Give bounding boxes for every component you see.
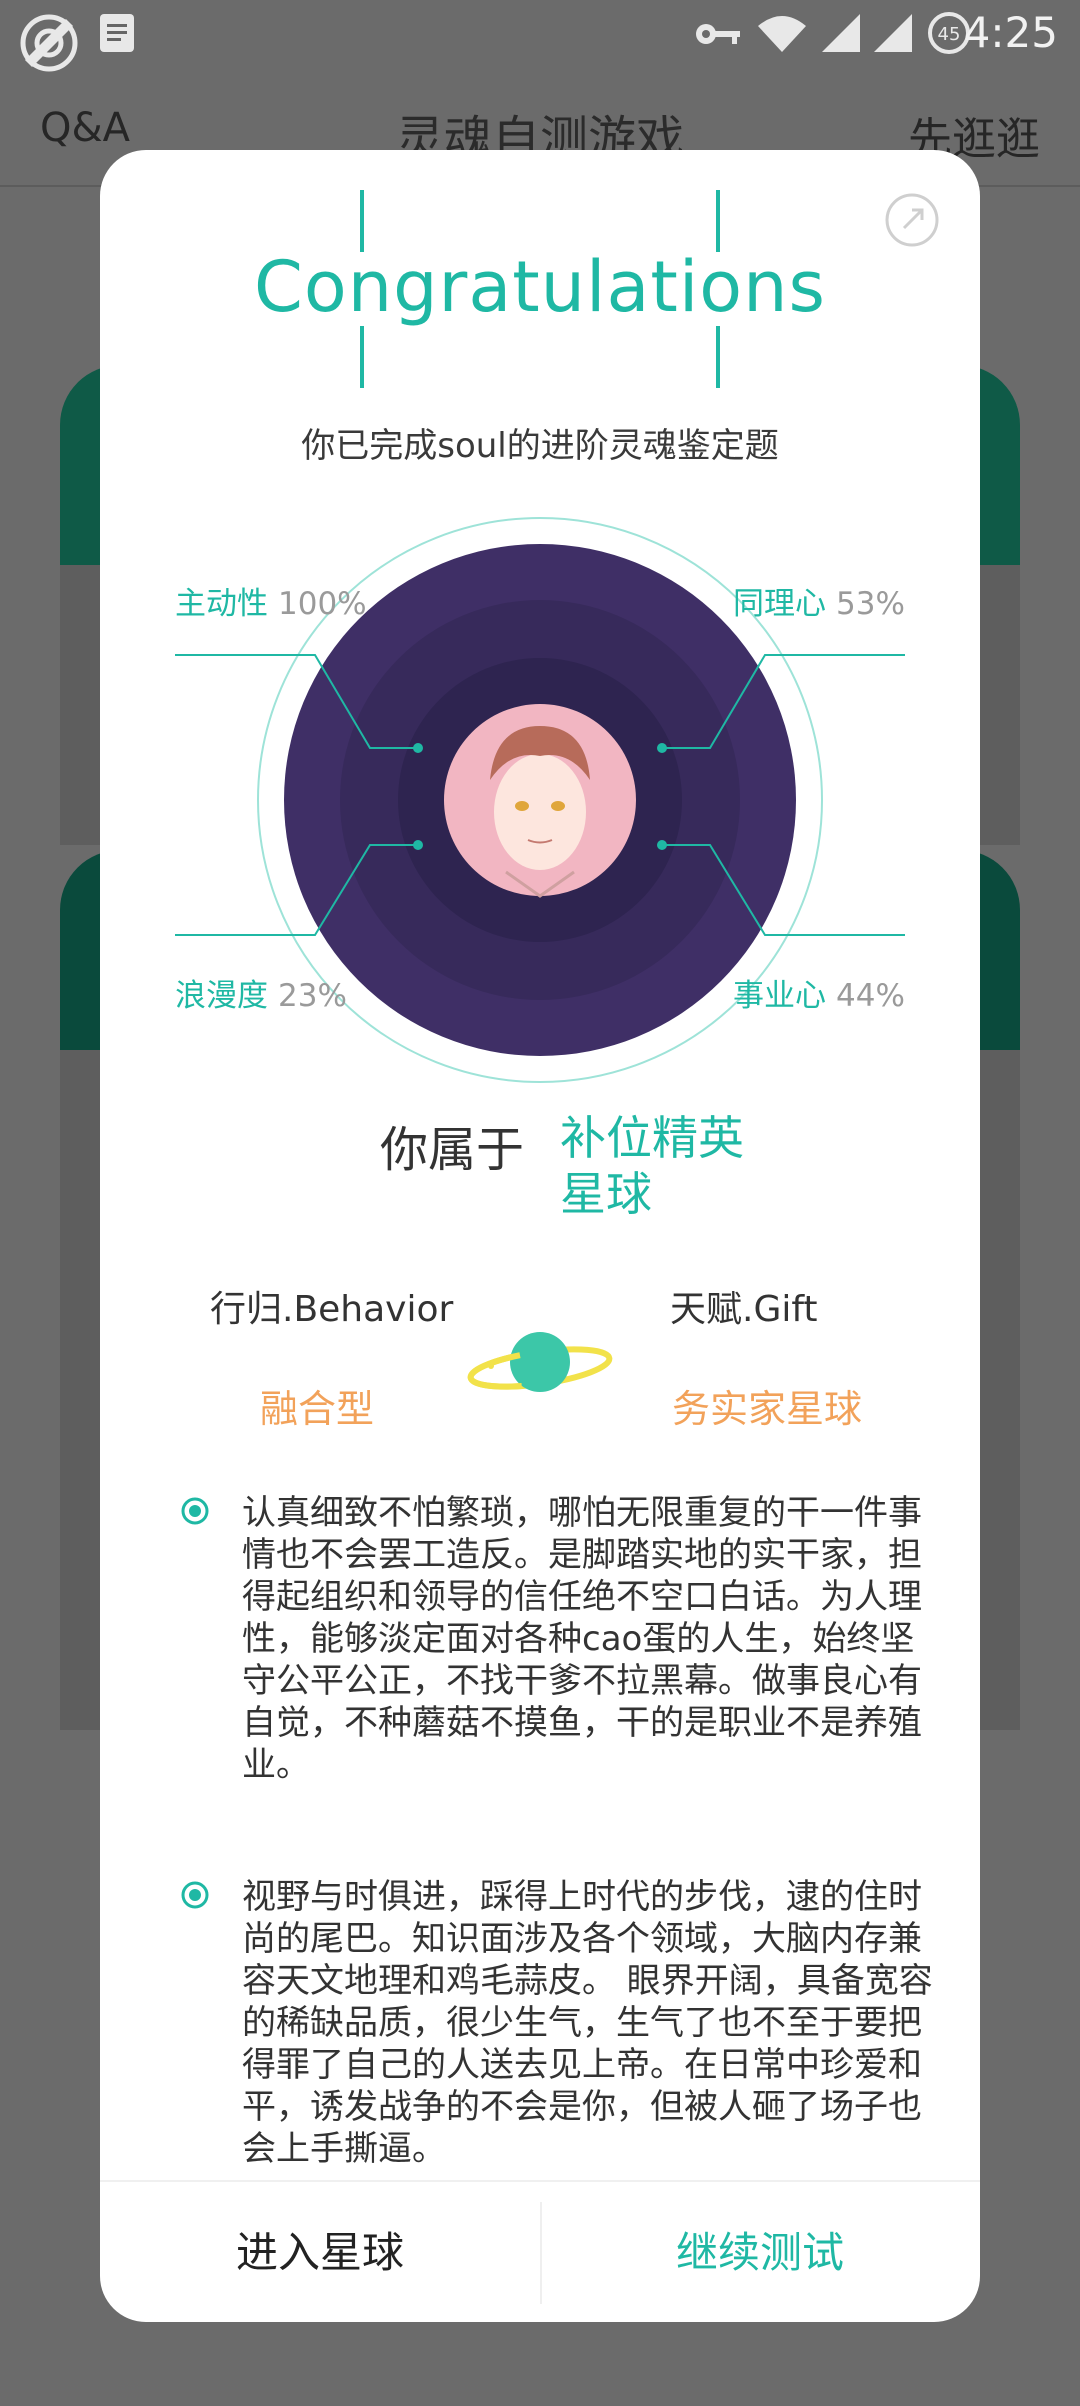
trait-initiative: 主动性 100%: [175, 578, 367, 623]
wifi-icon: [758, 16, 806, 52]
trait-label: 浪漫度: [175, 978, 268, 1014]
trait-percent: 53%: [836, 586, 905, 622]
notification-doc-icon: [100, 14, 134, 52]
trait-label: 同理心: [733, 586, 826, 622]
clock: 4:25: [963, 8, 1058, 57]
gift-value: 务实家星球: [672, 1387, 863, 1431]
trait-label: 事业心: [733, 978, 826, 1014]
decor-line: [716, 326, 720, 388]
continue-test-button[interactable]: 继续测试: [540, 2182, 980, 2322]
signal-icon: [822, 14, 860, 52]
trait-percent: 44%: [836, 978, 905, 1014]
trait-empathy: 同理心 53%: [733, 578, 905, 623]
gift-title: 天赋.Gift: [670, 1289, 818, 1330]
behavior-title: 行归.Behavior: [210, 1289, 454, 1330]
completion-subtitle: 你已完成soul的进阶灵魂鉴定题: [301, 426, 779, 466]
decor-line: [360, 326, 364, 388]
trait-percent: 100%: [278, 586, 367, 622]
dialog-footer: 进入星球 继续测试: [100, 2180, 980, 2322]
decor-line: [716, 190, 720, 252]
status-bar: 45 4:25: [0, 0, 1080, 72]
bullet-icon: [181, 1497, 209, 1525]
planet-type: 补位精英星球: [560, 1111, 744, 1221]
trait-ambition: 事业心 44%: [733, 970, 905, 1015]
bullet-icon: [181, 1881, 209, 1909]
soul-diagram: 主动性 100% 同理心 53% 浪漫度 23% 事业心 44%: [100, 500, 980, 1240]
battery-level: 45: [938, 24, 961, 45]
trait-percent: 23%: [278, 978, 347, 1014]
signal-2-icon: [874, 14, 912, 52]
belong-prefix: 你属于: [380, 1122, 525, 1178]
result-dialog: Congratulations 你已完成soul的进阶灵魂鉴定题 主动性 100…: [100, 150, 980, 2322]
planet-icon: [467, 1332, 613, 1392]
enter-planet-button[interactable]: 进入星球: [100, 2182, 540, 2322]
avatar: [444, 704, 636, 898]
description-paragraph-1: 认真细致不怕繁琐，哪怕无限重复的干一件事情也不会罢工造反。是脚踏实地的实干家，担…: [242, 1493, 922, 1785]
description-paragraph-2: 视野与时俱进，踩得上时代的步伐，逮的住时尚的尾巴。知识面涉及各个领域，大脑内存兼…: [242, 1877, 933, 2169]
congratulations-heading: Congratulations: [254, 246, 826, 328]
app-logo-icon: [20, 14, 78, 72]
trait-romance: 浪漫度 23%: [175, 970, 347, 1015]
trait-label: 主动性: [175, 586, 268, 622]
key-icon: [696, 24, 740, 44]
behavior-value: 融合型: [260, 1387, 375, 1431]
decor-line: [360, 190, 364, 252]
